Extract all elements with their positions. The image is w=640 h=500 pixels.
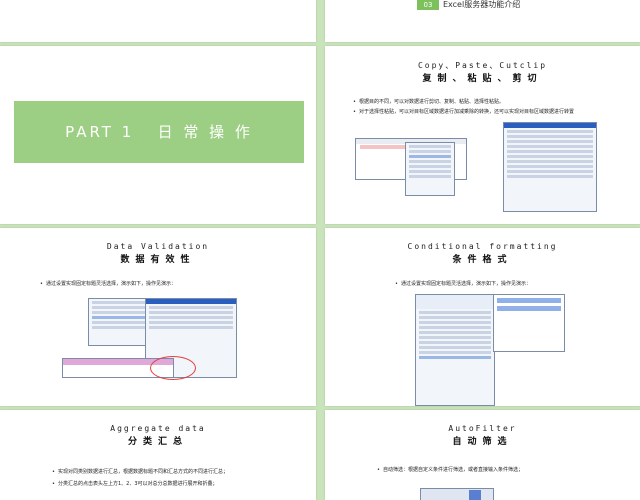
- slide-subtitle: 自动筛选: [452, 437, 513, 447]
- data-menu-screenshot: [88, 298, 150, 346]
- slide-thumbnail-4[interactable]: Data Validation 数据有效性 通过设置实现固定标题灵活选择，演示如…: [0, 228, 316, 406]
- bullet-1: 实现对同类别数据进行汇总，根据数据标题不同和汇总方式的不同进行汇总；: [52, 468, 228, 475]
- bullet-1: 通过设置实现固定标题灵活选择，演示如下，操作见演示：: [395, 280, 531, 287]
- slide-thumbnail-6[interactable]: Aggregate data 分类汇总 实现对同类别数据进行汇总，根据数据标题不…: [0, 410, 316, 500]
- slide-title: Data Validation: [106, 242, 210, 251]
- slide-thumbnail-1[interactable]: 03 Excel服务器功能介绍: [325, 0, 640, 42]
- part-banner: PART 1 日 常 操 作: [14, 101, 304, 163]
- paste-special-dialog-screenshot: [503, 122, 597, 212]
- sheet-preview-screenshot: [493, 294, 565, 352]
- conditional-format-menu-screenshot: [415, 294, 495, 406]
- context-menu-screenshot: [405, 142, 455, 196]
- bullet-2: 分类汇总的点击表头左上方1、2、3可以对总分总数据进行展开和折叠；: [52, 480, 218, 487]
- slide-subtitle: 数据有效性: [120, 255, 196, 265]
- section-title: Excel服务器功能介绍: [443, 0, 521, 9]
- bullet-2: 对于选择性粘贴，可以对目标区域数据进行加减乘除的转换，还可以实现对目标区域数据进…: [353, 108, 574, 115]
- slide-subtitle: 分类汇总: [127, 437, 188, 447]
- bullet-1: 根据目的不同，可以对数据进行剪切、复制、粘贴、选择性粘贴。: [353, 98, 504, 105]
- slide-title: Conditional formatting: [407, 242, 558, 251]
- slide-thumbnail-5[interactable]: Conditional formatting 条件格式 通过设置实现固定标题灵活…: [325, 228, 640, 406]
- part-title: PART 1 日 常 操 作: [65, 123, 253, 141]
- bullet-1: 通过设置实现固定标题灵活选择，演示如下，操作见演示：: [40, 280, 176, 287]
- slide-thumbnail-3[interactable]: Copy、Paste、Cutclip 复制、粘贴、剪切 根据目的不同，可以对数据…: [325, 46, 640, 224]
- slide-subtitle: 复制、粘贴、剪切: [422, 74, 543, 84]
- section-badge: 03: [417, 0, 439, 10]
- slide-thumbnail-2[interactable]: PART 1 日 常 操 作: [0, 46, 316, 224]
- slide-title: Copy、Paste、Cutclip: [417, 61, 548, 70]
- slide-thumbnail-7[interactable]: AutoFilter 自动筛选 自动筛选：根据自定义条件进行筛选，或者直接输入条…: [325, 410, 640, 500]
- filter-toolbar-screenshot: [420, 488, 494, 500]
- slide-subtitle: 条件格式: [452, 255, 513, 265]
- highlight-circle: [150, 356, 196, 380]
- bullet-1: 自动筛选：根据自定义条件进行筛选，或者直接输入条件筛选；: [377, 466, 523, 473]
- slide-thumbnail-0[interactable]: [0, 0, 316, 42]
- slide-title: AutoFilter: [448, 424, 517, 433]
- slide-title: Aggregate data: [110, 424, 206, 433]
